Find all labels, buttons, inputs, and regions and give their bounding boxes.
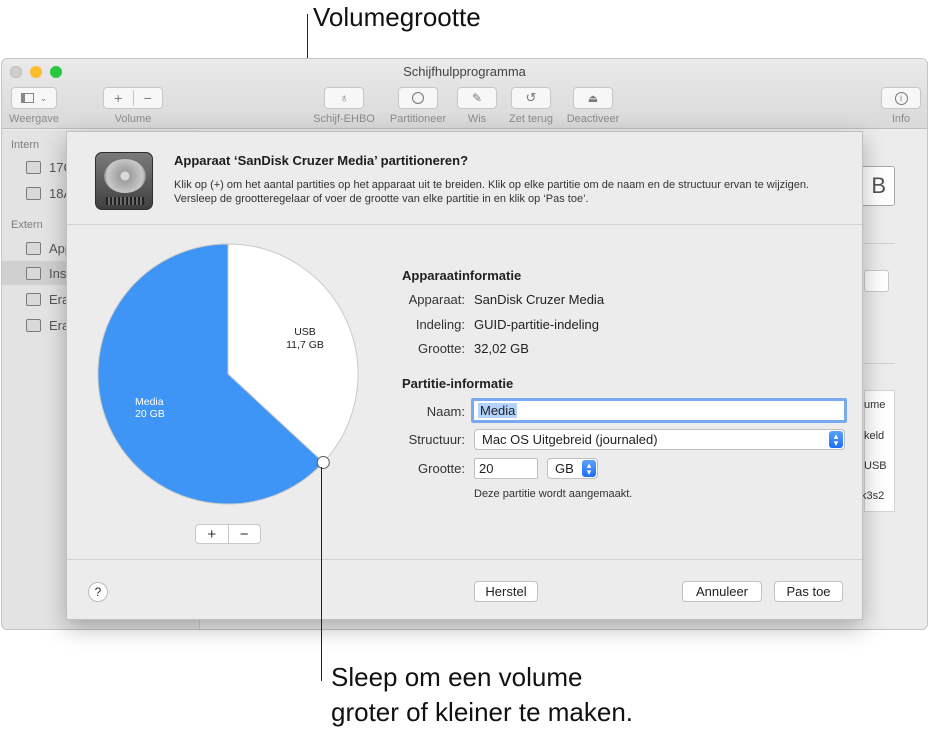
pie-label-media-size: 20 GB (135, 408, 165, 420)
pie-label-media-name: Media (135, 396, 164, 408)
format-value: Mac OS Uitgebreid (journaled) (482, 432, 658, 447)
partition-add-remove: + − (195, 524, 261, 544)
add-partition-button[interactable]: + (196, 525, 229, 543)
scheme-value: GUID-partitie-indeling (474, 317, 599, 332)
erase-label: Wis (467, 113, 487, 125)
background-fragment: k3s2 (861, 490, 885, 502)
remove-volume-button[interactable]: − (134, 90, 163, 106)
restore-icon: ↺ (525, 90, 537, 105)
partition-sheet: Apparaat ‘SanDisk Cruzer Media’ partitio… (66, 131, 863, 620)
title-bar: Schijfhulpprogramma ⌄ Weergave + − Volum… (2, 59, 927, 129)
first-aid-button[interactable]: ♁ (324, 87, 364, 109)
external-disk-icon (26, 266, 41, 280)
unmount-button[interactable]: ⏏ (573, 87, 613, 109)
device-size-label: Grootte: (418, 341, 465, 356)
partition-name-field[interactable]: Media (471, 398, 847, 423)
drag-callout-line-1: Sleep om een volume (331, 662, 583, 692)
partition-info-heading: Partitie-informatie (402, 376, 514, 391)
drag-callout: Sleep om een volume groter of kleiner te… (331, 660, 633, 730)
background-divider (864, 243, 895, 244)
info-button[interactable]: i (881, 87, 921, 109)
help-button[interactable]: ? (88, 582, 108, 602)
background-fragment: USB (864, 460, 887, 472)
volume-label: Volume (114, 113, 152, 125)
name-label: Naam: (426, 404, 465, 419)
external-disk-icon (26, 318, 41, 332)
scheme-label: Indeling: (415, 317, 465, 332)
info-label: Info (891, 113, 911, 125)
erase-button[interactable]: ✎ (457, 87, 497, 109)
background-fragment: B (871, 173, 886, 198)
sidebar-header-internal: Intern (11, 139, 40, 151)
unmount-label: Deactiveer (566, 113, 620, 125)
drag-callout-line-2: groter of kleiner te maken. (331, 697, 634, 727)
partition-size-label: Grootte: (418, 461, 465, 476)
size-unit-popup[interactable]: GB ▴ ▾ (547, 458, 598, 479)
restore-button[interactable]: ↺ (511, 87, 551, 109)
background-fragment: keld (864, 430, 885, 442)
background-field (864, 270, 889, 292)
format-label: Structuur: (408, 432, 465, 447)
info-icon: i (894, 91, 908, 105)
partition-name-value: Media (478, 403, 518, 418)
device-value: SanDisk Cruzer Media (474, 292, 605, 307)
popup-arrows-icon: ▴ ▾ (582, 460, 596, 477)
format-popup[interactable]: Mac OS Uitgebreid (journaled) ▴ ▾ (474, 429, 845, 450)
resize-handle[interactable] (316, 455, 330, 469)
eject-icon: ⏏ (587, 92, 599, 105)
cancel-button[interactable]: Annuleer (682, 581, 762, 602)
restore-label: Zet terug (508, 113, 554, 125)
volume-size-callout: Volumegrootte (313, 2, 481, 32)
partition-note: Deze partitie wordt aangemaakt. (474, 488, 633, 500)
revert-button[interactable]: Herstel (474, 581, 538, 602)
sheet-title: Apparaat ‘SanDisk Cruzer Media’ partitio… (174, 153, 469, 168)
sheet-description: Klik op (+) om het aantal partities op h… (174, 179, 809, 205)
disk-grill-graphic (106, 197, 144, 205)
partition-pie-chart[interactable]: Media 20 GB USB 11,7 GB (97, 243, 359, 510)
pie-label-usb-size: 11,7 GB (286, 339, 324, 351)
pie-svg[interactable] (97, 243, 359, 505)
first-aid-label: Schijf-EHBO (313, 113, 375, 125)
background-divider (864, 363, 895, 364)
window-title: Schijfhulpprogramma (403, 64, 526, 79)
external-disk-icon (95, 152, 153, 210)
partition-label: Partitioneer (389, 113, 447, 125)
device-size-value: 32,02 GB (474, 341, 529, 356)
device-label: Apparaat: (408, 292, 465, 307)
view-label: Weergave (9, 113, 59, 125)
disk-platter-graphic (104, 159, 146, 193)
device-info-heading: Apparaatinformatie (402, 268, 522, 283)
background-fragment: ume (864, 399, 886, 411)
partition-button[interactable] (398, 87, 438, 109)
sidebar-header-external: Extern (11, 219, 43, 231)
partition-size-value: 20 (479, 461, 494, 476)
sheet-header: Apparaat ‘SanDisk Cruzer Media’ partitio… (67, 132, 862, 225)
volume-add-remove[interactable]: + − (103, 87, 163, 109)
pie-label-usb-name: USB (294, 326, 316, 338)
hard-disk-icon (26, 186, 41, 200)
chevron-down-icon: ⌄ (39, 92, 48, 103)
sidebar-view-icon (20, 93, 34, 103)
partition-size-field[interactable]: 20 (474, 458, 538, 479)
external-disk-icon (26, 241, 41, 255)
remove-partition-button[interactable]: − (229, 525, 261, 543)
view-button[interactable]: ⌄ (11, 87, 57, 109)
external-disk-icon (26, 292, 41, 306)
popup-arrows-icon: ▴ ▾ (829, 431, 843, 448)
add-volume-button[interactable]: + (104, 90, 134, 106)
stethoscope-icon: ♁ (339, 91, 349, 105)
drag-handle-leader-line (321, 467, 322, 681)
hard-disk-icon (26, 160, 41, 174)
pie-chart-icon (412, 92, 424, 104)
sheet-footer-divider (67, 559, 862, 560)
apply-button[interactable]: Pas toe (774, 581, 843, 602)
erase-icon: ✎ (471, 91, 483, 105)
size-unit-value: GB (555, 461, 574, 476)
